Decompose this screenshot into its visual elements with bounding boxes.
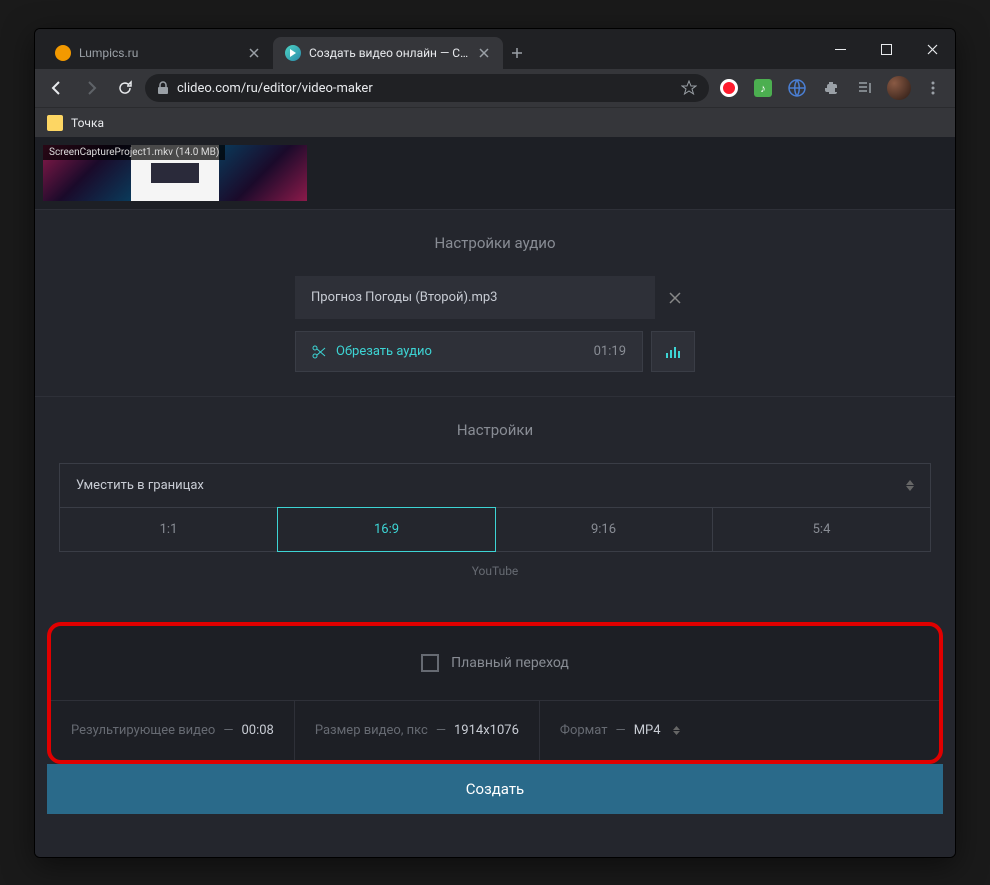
star-icon[interactable]: [681, 80, 697, 96]
reload-button[interactable]: [111, 74, 139, 102]
section-title: Настройки: [35, 421, 955, 439]
url-input[interactable]: clideo.com/ru/editor/video-maker: [145, 74, 709, 102]
audio-duration: 01:19: [594, 344, 626, 359]
close-icon: [669, 292, 681, 304]
globe-ext-icon[interactable]: [783, 74, 811, 102]
fit-mode-select[interactable]: Уместить в границах: [59, 463, 931, 508]
extensions-icon[interactable]: [817, 74, 845, 102]
output-info-row: Результирующее видео — 00:08 Размер виде…: [51, 700, 939, 760]
size-label: Размер видео, пкс: [315, 723, 428, 738]
audio-volume-button[interactable]: [651, 331, 695, 372]
folder-icon: [47, 115, 63, 131]
favicon-icon: [285, 45, 301, 61]
tab-title: Lumpics.ru: [79, 46, 239, 60]
audio-file-name: Прогноз Погоды (Второй).mp3: [295, 276, 655, 319]
fit-mode-value: Уместить в границах: [76, 478, 204, 493]
close-icon[interactable]: [477, 46, 491, 60]
result-label: Результирующее видео: [71, 723, 215, 738]
new-tab-button[interactable]: [503, 37, 531, 69]
opera-ext-icon[interactable]: [715, 74, 743, 102]
lock-icon: [157, 81, 169, 95]
result-value: 00:08: [241, 723, 273, 738]
audio-section: Настройки аудио Прогноз Погоды (Второй).…: [35, 209, 955, 396]
ratio-1-1[interactable]: 1:1: [60, 508, 278, 551]
profile-avatar[interactable]: [885, 74, 913, 102]
format-label: Формат: [560, 723, 608, 738]
aspect-ratio-row: 1:1 16:9 9:16 5:4: [59, 508, 931, 552]
size-value: 1914x1076: [454, 723, 519, 738]
ratio-16-9[interactable]: 16:9: [277, 507, 496, 552]
menu-button[interactable]: [919, 74, 947, 102]
titlebar: Lumpics.ru Создать видео онлайн — Сдела: [35, 29, 955, 69]
section-title: Настройки аудио: [35, 234, 955, 252]
format-cell[interactable]: Формат — MP4: [540, 701, 700, 760]
tab-clideo[interactable]: Создать видео онлайн — Сдела: [273, 37, 503, 69]
audio-file-row: Прогноз Погоды (Второй).mp3: [295, 276, 695, 319]
back-button[interactable]: [43, 74, 71, 102]
minimize-button[interactable]: [817, 29, 863, 69]
tab-lumpics[interactable]: Lumpics.ru: [43, 37, 273, 69]
favicon-icon: [55, 45, 71, 61]
settings-section: Настройки Уместить в границах 1:1 16:9 9…: [35, 396, 955, 606]
window-controls: [817, 29, 955, 69]
music-ext-icon[interactable]: ♪: [749, 74, 777, 102]
scissors-icon: [312, 345, 326, 359]
url-text: clideo.com/ru/editor/video-maker: [177, 81, 373, 96]
crossfade-row: Плавный переход: [51, 626, 939, 700]
ratio-9-16[interactable]: 9:16: [495, 508, 713, 551]
trim-row: Обрезать аудио 01:19: [295, 331, 695, 372]
tab-title: Создать видео онлайн — Сдела: [309, 46, 469, 60]
thumbnail: [219, 145, 307, 201]
page-content: ScreenCaptureProject1.mkv (14.0 MB) Наст…: [35, 137, 955, 857]
address-bar: clideo.com/ru/editor/video-maker ♪: [35, 69, 955, 107]
create-button[interactable]: Создать: [47, 764, 943, 814]
video-size-cell: Размер видео, пкс — 1914x1076: [295, 701, 540, 760]
tab-strip: Lumpics.ru Создать видео онлайн — Сдела: [35, 29, 817, 69]
bookmark-item[interactable]: Точка: [71, 116, 104, 130]
bookmarks-bar: Точка: [35, 107, 955, 137]
timeline: ScreenCaptureProject1.mkv (14.0 MB): [35, 137, 955, 209]
clip-label: ScreenCaptureProject1.mkv (14.0 MB): [43, 145, 225, 160]
close-window-button[interactable]: [909, 29, 955, 69]
equalizer-icon: [665, 345, 681, 359]
reading-list-icon[interactable]: [851, 74, 879, 102]
crossfade-label: Плавный переход: [451, 655, 569, 671]
chevron-sort-icon: [673, 726, 680, 735]
maximize-button[interactable]: [863, 29, 909, 69]
remove-audio-button[interactable]: [655, 276, 695, 319]
ratio-platform-label: YouTube: [59, 552, 931, 582]
output-highlight: Плавный переход Результирующее видео — 0…: [47, 622, 943, 764]
crossfade-checkbox[interactable]: [421, 654, 439, 672]
result-duration-cell: Результирующее видео — 00:08: [51, 701, 295, 760]
chevron-sort-icon: [906, 480, 914, 491]
trim-label: Обрезать аудио: [336, 344, 432, 359]
format-value: MP4: [634, 723, 661, 738]
browser-window: Lumpics.ru Создать видео онлайн — Сдела …: [34, 28, 956, 858]
ratio-5-4[interactable]: 5:4: [713, 508, 930, 551]
close-icon[interactable]: [247, 46, 261, 60]
forward-button[interactable]: [77, 74, 105, 102]
trim-audio-button[interactable]: Обрезать аудио 01:19: [295, 331, 643, 372]
timeline-clip[interactable]: ScreenCaptureProject1.mkv (14.0 MB): [43, 145, 307, 201]
